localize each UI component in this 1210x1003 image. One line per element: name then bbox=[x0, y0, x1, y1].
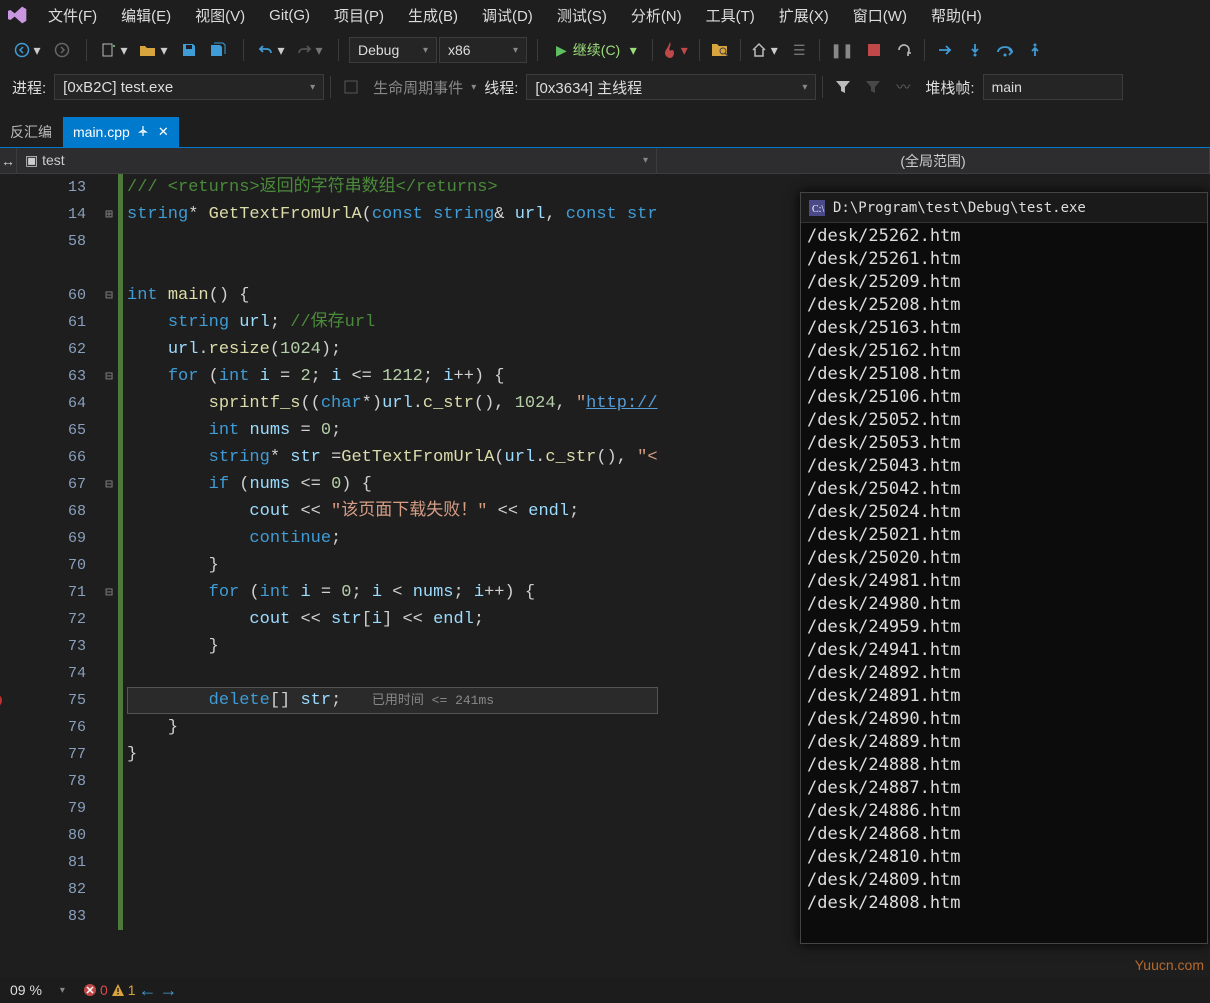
continue-label: 继续(C) bbox=[573, 40, 620, 60]
pause-button[interactable]: ❚❚ bbox=[826, 36, 857, 64]
next-issue-button[interactable]: → bbox=[160, 980, 178, 1001]
project-label: ▣ test bbox=[25, 152, 65, 169]
thread-label: 线程: bbox=[478, 77, 524, 98]
close-tab-icon[interactable]: ✕ bbox=[158, 124, 169, 140]
filter-icon[interactable] bbox=[829, 73, 857, 101]
menu-extensions[interactable]: 扩展(X) bbox=[767, 1, 841, 30]
home-button[interactable]: ▾ bbox=[747, 36, 783, 64]
zoom-dropdown-icon[interactable]: ▾ bbox=[60, 985, 65, 996]
stackframe-combo[interactable]: main bbox=[983, 74, 1123, 100]
console-titlebar[interactable]: C:\ D:\Program\test\Debug\test.exe bbox=[801, 193, 1207, 223]
undo-button[interactable]: ▾ bbox=[254, 36, 290, 64]
stackframe-label: 堆栈帧: bbox=[919, 77, 980, 98]
error-icon bbox=[83, 983, 97, 997]
scope-combo[interactable]: (全局范围) bbox=[657, 148, 1210, 173]
console-window[interactable]: C:\ D:\Program\test\Debug\test.exe /desk… bbox=[800, 192, 1208, 944]
menu-test[interactable]: 测试(S) bbox=[545, 1, 619, 30]
menu-git[interactable]: Git(G) bbox=[257, 3, 322, 28]
process-label: 进程: bbox=[6, 77, 52, 98]
project-scope-combo[interactable]: ▣ test ▾ bbox=[17, 148, 657, 173]
warning-icon bbox=[111, 983, 125, 997]
step-out-button[interactable] bbox=[1021, 36, 1049, 64]
menu-bar: 文件(F) 编辑(E) 视图(V) Git(G) 项目(P) 生成(B) 调试(… bbox=[0, 0, 1210, 30]
lifecycle-icon[interactable] bbox=[337, 73, 365, 101]
play-icon: ▶ bbox=[556, 42, 567, 59]
show-next-stmt-button[interactable] bbox=[931, 36, 959, 64]
debug-toolbar: 进程: [0xB2C] test.exe▾ 生命周期事件▾ 线程: [0x363… bbox=[0, 70, 1210, 104]
pin-icon[interactable] bbox=[138, 126, 150, 138]
status-bar: 09 % ▾ 0 1 ← → bbox=[0, 977, 1210, 1003]
prev-issue-button[interactable]: ← bbox=[139, 980, 157, 1001]
new-item-button[interactable]: ▾ bbox=[97, 36, 133, 64]
redo-button[interactable]: ▾ bbox=[292, 36, 328, 64]
tab-label: 反汇编 bbox=[10, 122, 52, 142]
console-icon: C:\ bbox=[809, 200, 825, 216]
navigation-bar: ↔ ▣ test ▾ (全局范围) bbox=[0, 148, 1210, 174]
config-combo[interactable]: Debug▾ bbox=[349, 37, 437, 63]
open-button[interactable]: ▾ bbox=[135, 36, 173, 64]
continue-button[interactable]: ▶ 继续(C) ▾ bbox=[548, 36, 646, 64]
main-toolbar: ▾ ▾ ▾ ▾ ▾ Debug▾ x86▾ ▶ 继续(C) ▾ ▾ ▾ ☰ ❚❚ bbox=[0, 30, 1210, 70]
save-all-button[interactable] bbox=[205, 36, 233, 64]
tab-label: main.cpp bbox=[73, 124, 130, 140]
wave-icon[interactable]: 〰 bbox=[889, 73, 917, 101]
menu-edit[interactable]: 编辑(E) bbox=[109, 1, 183, 30]
thread-combo[interactable]: [0x3634] 主线程▾ bbox=[526, 74, 816, 100]
step-over-button[interactable] bbox=[991, 36, 1019, 64]
menu-view[interactable]: 视图(V) bbox=[183, 1, 257, 30]
nav-back-button[interactable]: ▾ bbox=[10, 36, 46, 64]
tab-main-cpp[interactable]: main.cpp ✕ bbox=[63, 117, 180, 147]
vs-logo-icon bbox=[6, 3, 30, 27]
console-title: D:\Program\test\Debug\test.exe bbox=[833, 200, 1086, 216]
menu-file[interactable]: 文件(F) bbox=[36, 1, 109, 30]
zoom-level[interactable]: 09 % bbox=[10, 982, 42, 998]
menu-analyze[interactable]: 分析(N) bbox=[619, 1, 694, 30]
document-tabs: 反汇编 main.cpp ✕ bbox=[0, 118, 1210, 148]
watermark: Yuucn.com bbox=[1135, 957, 1204, 973]
console-output: /desk/25262.htm /desk/25261.htm /desk/25… bbox=[801, 223, 1207, 917]
step-into-button[interactable] bbox=[961, 36, 989, 64]
switch-icon[interactable]: ↔ bbox=[0, 148, 17, 173]
menu-help[interactable]: 帮助(H) bbox=[919, 1, 994, 30]
process-combo[interactable]: [0xB2C] test.exe▾ bbox=[54, 74, 324, 100]
svg-text:C:\: C:\ bbox=[812, 204, 824, 215]
save-button[interactable] bbox=[175, 36, 203, 64]
menu-tools[interactable]: 工具(T) bbox=[694, 1, 767, 30]
warning-count[interactable]: 1 bbox=[111, 982, 136, 998]
lifecycle-label: 生命周期事件 bbox=[367, 77, 469, 98]
menu-project[interactable]: 项目(P) bbox=[322, 1, 396, 30]
platform-combo[interactable]: x86▾ bbox=[439, 37, 527, 63]
error-count[interactable]: 0 1 ← → bbox=[83, 980, 178, 1001]
menu-window[interactable]: 窗口(W) bbox=[841, 1, 919, 30]
menu-debug[interactable]: 调试(D) bbox=[470, 1, 545, 30]
scope-label: (全局范围) bbox=[900, 151, 965, 171]
find-in-files-button[interactable] bbox=[706, 36, 734, 64]
restart-button[interactable] bbox=[890, 36, 918, 64]
menu-build[interactable]: 生成(B) bbox=[396, 1, 470, 30]
filter-icon-dim[interactable] bbox=[859, 73, 887, 101]
stop-button[interactable] bbox=[860, 36, 888, 64]
tab-disassembly[interactable]: 反汇编 bbox=[0, 117, 63, 147]
hot-reload-button[interactable]: ▾ bbox=[659, 36, 693, 64]
settings-button[interactable]: ☰ bbox=[785, 36, 813, 64]
nav-fwd-button[interactable] bbox=[48, 36, 76, 64]
